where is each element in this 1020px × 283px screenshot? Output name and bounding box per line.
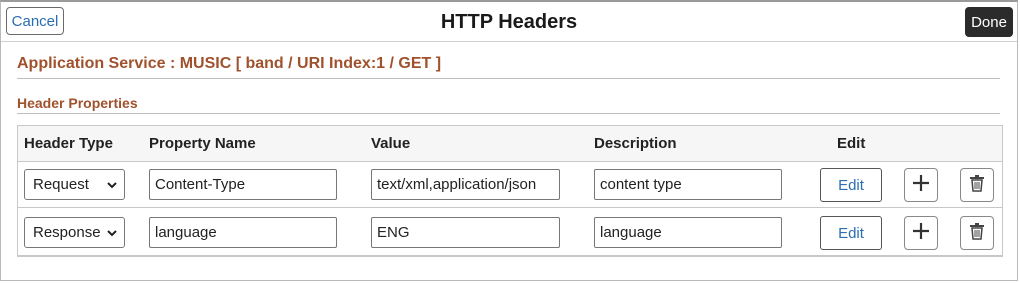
chevron-down-icon bbox=[106, 226, 118, 243]
trash-icon bbox=[969, 174, 985, 197]
chevron-down-icon bbox=[106, 178, 118, 195]
description-input[interactable]: content type bbox=[594, 169, 782, 200]
property-name-input[interactable]: language bbox=[149, 217, 337, 248]
column-value: Value bbox=[371, 135, 411, 152]
application-service-title: Application Service : MUSIC [ band / URI… bbox=[17, 55, 1000, 79]
header-type-value: Request bbox=[33, 176, 89, 193]
header-type-value: Response bbox=[33, 224, 101, 241]
column-description: Description bbox=[594, 135, 677, 152]
value-input[interactable]: ENG bbox=[371, 217, 560, 248]
column-edit: Edit bbox=[837, 135, 866, 152]
header-properties-title: Header Properties bbox=[17, 95, 1000, 114]
http-headers-dialog: Cancel HTTP Headers Done Application Ser… bbox=[0, 0, 1018, 281]
grid-header-row: Header Type Property Name Value Descript… bbox=[18, 126, 1002, 162]
plus-icon bbox=[911, 221, 931, 246]
column-property-name: Property Name bbox=[149, 135, 256, 152]
description-input[interactable]: language bbox=[594, 217, 782, 248]
dialog-header: Cancel HTTP Headers Done bbox=[1, 2, 1017, 42]
table-row: Response language ENG language Edit bbox=[18, 209, 1002, 256]
trash-icon bbox=[969, 222, 985, 245]
delete-row-button[interactable] bbox=[960, 168, 994, 202]
table-row: Request Content-Type text/xml,applicatio… bbox=[18, 161, 1002, 208]
edit-button[interactable]: Edit bbox=[820, 216, 882, 250]
value-input[interactable]: text/xml,application/json bbox=[371, 169, 560, 200]
property-name-input[interactable]: Content-Type bbox=[149, 169, 337, 200]
delete-row-button[interactable] bbox=[960, 216, 994, 250]
header-type-select[interactable]: Request bbox=[24, 169, 125, 200]
done-button[interactable]: Done bbox=[965, 7, 1013, 37]
header-properties-grid: Header Type Property Name Value Descript… bbox=[17, 125, 1003, 257]
header-type-select[interactable]: Response bbox=[24, 217, 125, 248]
column-header-type: Header Type bbox=[24, 135, 113, 152]
edit-button[interactable]: Edit bbox=[820, 168, 882, 202]
add-row-button[interactable] bbox=[904, 168, 938, 202]
dialog-title: HTTP Headers bbox=[440, 11, 578, 33]
add-row-button[interactable] bbox=[904, 216, 938, 250]
plus-icon bbox=[911, 173, 931, 198]
